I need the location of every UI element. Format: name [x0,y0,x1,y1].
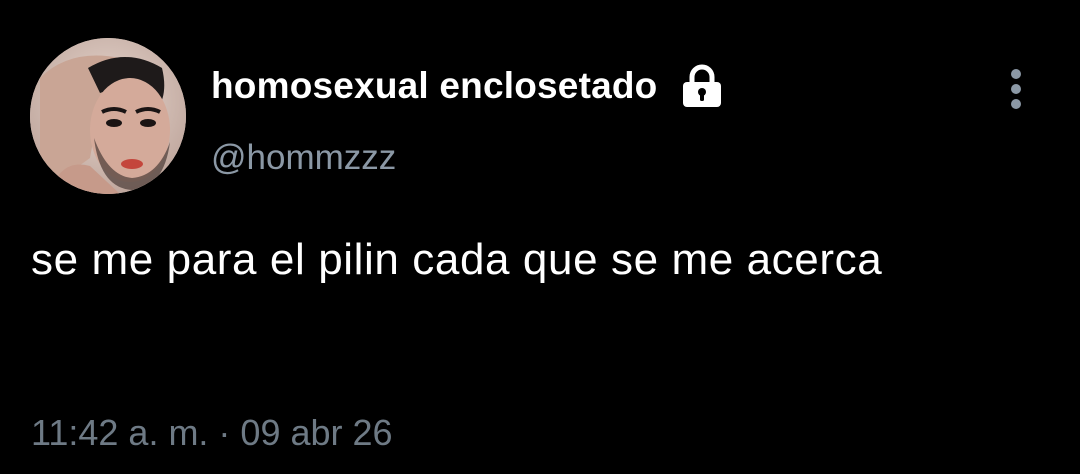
avatar[interactable] [30,38,186,194]
author-handle[interactable]: @hommzzz [211,138,396,178]
lock-icon [679,63,725,109]
user-avatar-icon [30,38,186,194]
more-options-button[interactable] [996,64,1040,114]
more-vertical-icon [1011,69,1021,109]
tweet-text: se me para el pilin cada que se me acerc… [31,235,883,284]
tweet-timestamp[interactable]: 11:42 a. m. · 09 abr 26 [31,412,393,454]
tweet: homosexual enclosetado @hommzzz se me pa… [0,0,1080,474]
author-name-row: homosexual enclosetado [211,60,725,112]
display-name[interactable]: homosexual enclosetado [211,65,657,107]
